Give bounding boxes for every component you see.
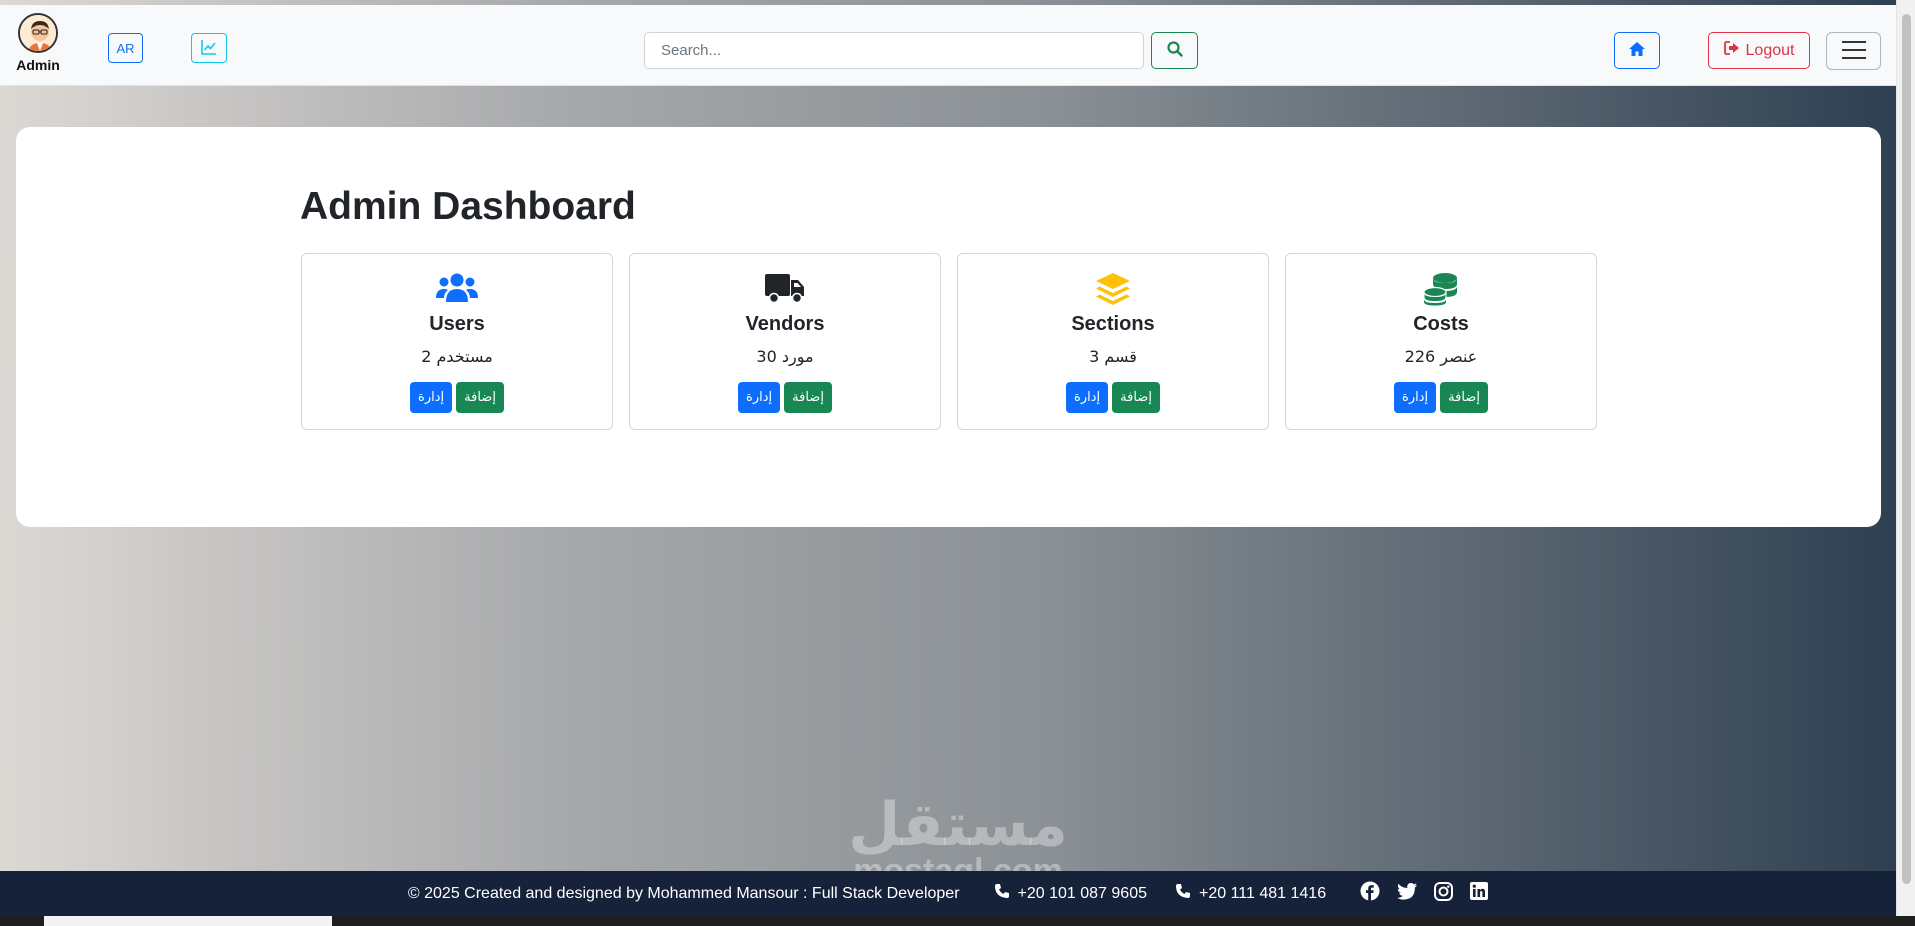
add-user-button[interactable]: إضافة [456,382,504,413]
search-button[interactable] [1151,32,1198,69]
manage-vendors-button[interactable]: إدارة [738,382,781,413]
phone-number: +20 111 481 1416 [1199,884,1327,902]
facebook-icon[interactable] [1360,881,1380,906]
card-count: مستخدم 2 [421,347,493,366]
card-count: مورد 30 [756,347,814,366]
manage-sections-button[interactable]: إدارة [1066,382,1109,413]
logout-button[interactable]: Logout [1708,32,1810,69]
coins-icon [1286,272,1596,308]
card-count: عنصر 226 [1404,347,1478,366]
card-actions: إدارة إضافة [958,382,1268,413]
avatar[interactable] [18,13,58,53]
add-cost-button[interactable]: إضافة [1440,382,1488,413]
card-costs: Costs عنصر 226 إدارة إضافة [1285,253,1597,430]
truck-icon [630,272,940,308]
footer-phone-1[interactable]: +20 101 087 9605 [994,883,1147,904]
linkedin-icon[interactable] [1470,882,1489,905]
phone-number: +20 101 087 9605 [1017,884,1147,902]
footer-phone-2[interactable]: +20 111 481 1416 [1175,883,1326,904]
line-chart-icon [201,39,217,58]
sign-out-icon [1723,41,1740,60]
search-icon [1166,41,1183,60]
dashboard-panel [16,127,1881,527]
card-users: Users مستخدم 2 إدارة إضافة [301,253,613,430]
card-actions: إدارة إضافة [630,382,940,413]
footer-credit: © 2025 Created and designed by Mohammed … [407,884,960,902]
users-icon [302,272,612,308]
logout-label: Logout [1745,41,1795,59]
social-links [1360,881,1489,906]
page-scrollbar[interactable] [1896,0,1915,916]
phone-icon [994,883,1010,904]
add-section-button[interactable]: إضافة [1112,382,1160,413]
card-actions: إدارة إضافة [1286,382,1596,413]
language-toggle-button[interactable]: AR [108,33,143,63]
page-title: Admin Dashboard [300,185,636,228]
manage-users-button[interactable]: إدارة [410,382,453,413]
scrollbar-thumb[interactable] [1902,14,1911,884]
card-title: Vendors [745,313,825,335]
top-navbar: Admin AR Search... Logout [0,5,1896,86]
reports-button[interactable] [191,33,227,63]
user-profile[interactable]: Admin [14,13,62,73]
card-actions: إدارة إضافة [302,382,612,413]
footer: © 2025 Created and designed by Mohammed … [0,871,1896,916]
layers-icon [958,272,1268,308]
menu-toggle-button[interactable] [1826,32,1881,70]
taskbar-window[interactable] [44,916,332,926]
card-sections: Sections قسم 3 إدارة إضافة [957,253,1269,430]
add-vendor-button[interactable]: إضافة [784,382,832,413]
twitter-icon[interactable] [1397,882,1418,905]
hamburger-icon [1841,40,1867,63]
phone-icon [1175,883,1191,904]
watermark-arabic: مستقل [848,790,1068,860]
card-title: Users [429,313,485,335]
user-name: Admin [16,57,60,73]
home-button[interactable] [1614,32,1660,69]
manage-costs-button[interactable]: إدارة [1394,382,1437,413]
search-input[interactable] [644,32,1144,69]
card-vendors: Vendors مورد 30 إدارة إضافة [629,253,941,430]
instagram-icon[interactable] [1434,881,1454,906]
card-title: Sections [1071,313,1155,335]
card-count: قسم 3 [1089,347,1137,366]
card-title: Costs [1413,313,1469,335]
os-taskbar [0,916,1915,926]
home-icon [1628,41,1646,60]
